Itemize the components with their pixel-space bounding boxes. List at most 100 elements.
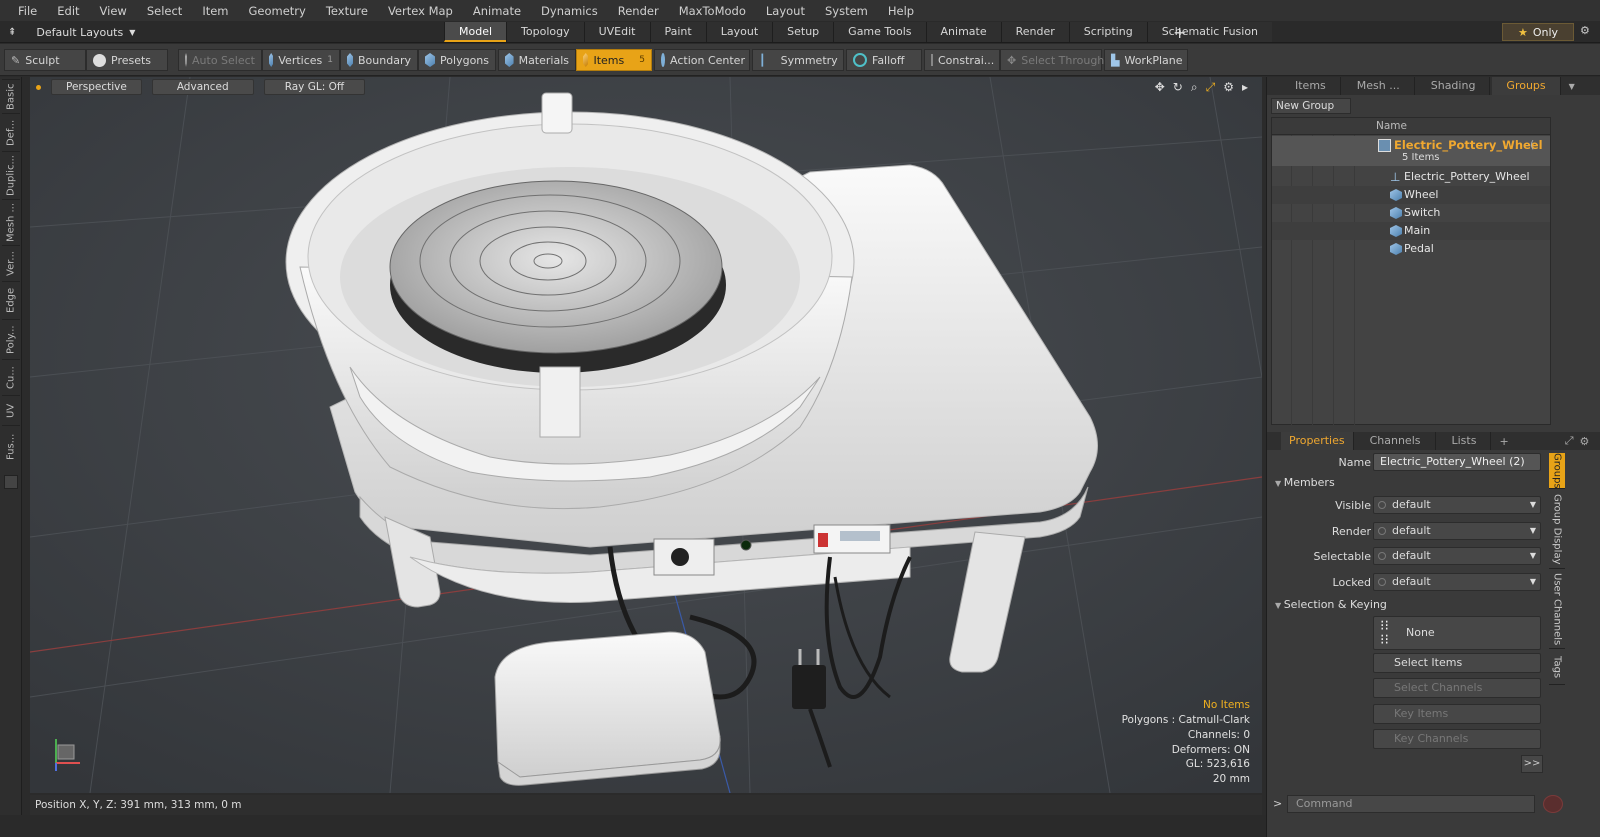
falloff-button[interactable]: Falloff	[846, 49, 922, 71]
visible-select[interactable]: default	[1373, 496, 1541, 514]
tab-groups[interactable]: Groups	[1492, 77, 1561, 95]
add-tab-icon[interactable]: +	[1173, 23, 1186, 42]
menu-help[interactable]: Help	[878, 4, 924, 18]
tab-model[interactable]: Model	[444, 22, 507, 42]
left-tab-basic[interactable]: Basic	[2, 79, 20, 113]
render-select[interactable]: default	[1373, 522, 1541, 540]
action-center-button[interactable]: Action Center	[654, 49, 750, 71]
raygl-button[interactable]: Ray GL: Off	[263, 79, 366, 95]
tab-scripting[interactable]: Scripting	[1068, 22, 1147, 42]
left-tab-uv[interactable]: UV	[2, 395, 20, 425]
tab-render[interactable]: Render	[1000, 22, 1069, 42]
add-tab-icon[interactable]: +	[1499, 435, 1508, 448]
tab-schematic-fusion[interactable]: Schematic Fusion	[1146, 22, 1273, 42]
gear-icon[interactable]: ⚙	[1580, 24, 1590, 37]
expand-icon[interactable]: >>	[1521, 755, 1543, 773]
menu-view[interactable]: View	[90, 4, 137, 18]
locked-select[interactable]: default	[1373, 573, 1541, 591]
menu-file[interactable]: File	[8, 4, 47, 18]
props-gear-icon[interactable]: ⚙	[1580, 435, 1590, 448]
key-items-button[interactable]: Key Items	[1373, 704, 1541, 724]
menu-render[interactable]: Render	[608, 4, 669, 18]
members-section[interactable]: Members	[1275, 476, 1335, 489]
side-tab-group-display[interactable]: Group Display	[1549, 491, 1565, 569]
menu-texture[interactable]: Texture	[316, 4, 378, 18]
sculpt-button[interactable]: ✎ Sculpt	[4, 49, 86, 71]
select-channels-button[interactable]: Select Channels	[1373, 678, 1541, 698]
group-row[interactable]: Electric_Pottery_Wheel ( 5 Items	[1272, 136, 1550, 166]
left-tab-curve[interactable]: Cu...	[2, 359, 20, 395]
tab-layout[interactable]: Layout	[705, 22, 773, 42]
layout-dropdown[interactable]: ⇞ Default Layouts ▼	[8, 23, 135, 41]
menu-layout[interactable]: Layout	[756, 4, 815, 18]
left-tab-deform[interactable]: Def...	[2, 113, 20, 151]
tab-paint[interactable]: Paint	[649, 22, 706, 42]
menu-system[interactable]: System	[815, 4, 878, 18]
tab-setup[interactable]: Setup	[772, 22, 834, 42]
only-toggle[interactable]: ★ Only	[1502, 23, 1574, 41]
maximize-icon[interactable]: ⤢	[1206, 80, 1216, 95]
auto-select-button[interactable]: Auto Select	[178, 49, 262, 71]
tree-item-wheel[interactable]: Wheel	[1272, 186, 1550, 204]
pan-icon[interactable]: ✥	[1155, 80, 1165, 95]
side-tab-tags[interactable]: Tags	[1549, 651, 1565, 685]
presets-button[interactable]: Presets	[86, 49, 168, 71]
rotate-icon[interactable]: ↻	[1173, 80, 1183, 95]
menu-animate[interactable]: Animate	[463, 4, 531, 18]
tab-items[interactable]: Items	[1281, 77, 1341, 95]
command-input[interactable]: Command	[1287, 795, 1535, 813]
menu-item[interactable]: Item	[192, 4, 238, 18]
tree-item-switch[interactable]: Switch	[1272, 204, 1550, 222]
zoom-icon[interactable]: ⌕	[1191, 80, 1198, 95]
viewport-gear-icon[interactable]: ⚙	[1223, 80, 1234, 95]
side-tab-user-channels[interactable]: User Channels	[1549, 571, 1565, 649]
tab-lists[interactable]: Lists	[1438, 432, 1492, 450]
viewport-more-icon[interactable]: ▸	[1242, 80, 1248, 95]
tree-item-pedal[interactable]: Pedal	[1272, 240, 1550, 258]
menu-dynamics[interactable]: Dynamics	[531, 4, 608, 18]
tree-item-electric-pottery-wheel[interactable]: ⊥ Electric_Pottery_Wheel	[1272, 168, 1550, 186]
key-channels-button[interactable]: Key Channels	[1373, 729, 1541, 749]
perspective-button[interactable]: Perspective	[51, 79, 142, 95]
none-button[interactable]: ⁝⁝ ⁝⁝ None	[1373, 616, 1541, 650]
menu-geometry[interactable]: Geometry	[239, 4, 316, 18]
left-tab-mesh[interactable]: Mesh ...	[2, 199, 20, 245]
left-strip-toggle[interactable]	[4, 475, 18, 489]
left-tab-edge[interactable]: Edge	[2, 281, 20, 319]
left-tab-vertex[interactable]: Ver...	[2, 245, 20, 281]
left-tab-duplicate[interactable]: Duplic...	[2, 151, 20, 199]
side-tab-groups[interactable]: Groups	[1549, 453, 1565, 489]
boundary-button[interactable]: Boundary	[340, 49, 418, 71]
name-input[interactable]: Electric_Pottery_Wheel (2)	[1373, 453, 1541, 471]
tree-item-main[interactable]: Main	[1272, 222, 1550, 240]
polygons-button[interactable]: Polygons	[418, 49, 496, 71]
select-through-button[interactable]: ✥ Select Through	[1000, 49, 1104, 71]
menu-edit[interactable]: Edit	[47, 4, 89, 18]
symmetry-button[interactable]: ┃ Symmetry	[752, 49, 844, 71]
menu-vertex-map[interactable]: Vertex Map	[378, 4, 463, 18]
tab-animate[interactable]: Animate	[925, 22, 1001, 42]
workplane-button[interactable]: ▙ WorkPlane	[1104, 49, 1188, 71]
materials-button[interactable]: Materials	[498, 49, 576, 71]
left-tab-polygon[interactable]: Poly...	[2, 319, 20, 359]
advanced-button[interactable]: Advanced	[151, 79, 254, 95]
3d-viewport[interactable]: Perspective Advanced Ray GL: Off ✥ ↻ ⌕ ⤢…	[30, 77, 1262, 793]
tab-game-tools[interactable]: Game Tools	[833, 22, 926, 42]
vertices-button[interactable]: Vertices 1	[262, 49, 340, 71]
tab-topology[interactable]: Topology	[506, 22, 584, 42]
tab-channels[interactable]: Channels	[1356, 432, 1436, 450]
record-icon[interactable]	[1543, 795, 1563, 813]
tab-properties[interactable]: Properties	[1281, 432, 1354, 450]
tab-shading[interactable]: Shading	[1417, 77, 1491, 95]
selectable-select[interactable]: default	[1373, 547, 1541, 565]
menu-maxtomodo[interactable]: MaxToModo	[669, 4, 756, 18]
panel-dropdown-icon[interactable]: ▼	[1569, 82, 1575, 91]
left-tab-fusion[interactable]: Fus...	[2, 425, 20, 467]
tab-uvedit[interactable]: UVEdit	[583, 22, 650, 42]
menu-select[interactable]: Select	[137, 4, 192, 18]
tab-mesh[interactable]: Mesh ...	[1343, 77, 1415, 95]
selection-keying-section[interactable]: Selection & Keying	[1275, 598, 1387, 611]
props-popout-icon[interactable]: ⤢	[1565, 434, 1574, 448]
select-items-button[interactable]: Select Items	[1373, 653, 1541, 673]
items-button[interactable]: Items 5	[576, 49, 652, 71]
